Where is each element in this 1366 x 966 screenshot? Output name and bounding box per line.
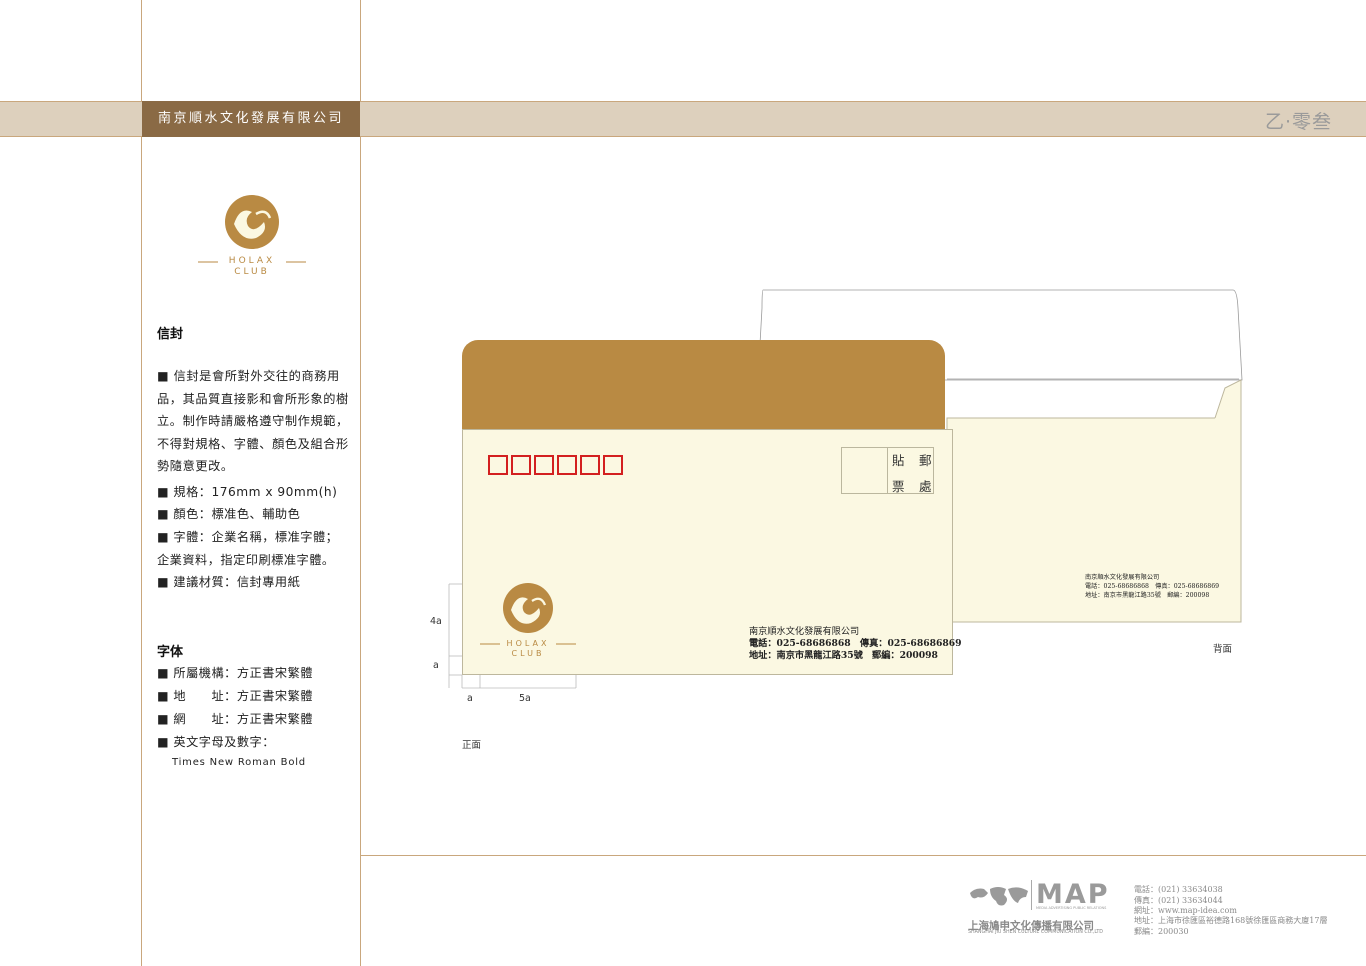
envelope-flap <box>462 340 945 431</box>
left-margin-line <box>141 0 142 966</box>
back-company: 南京順水文化發展有限公司 <box>1085 574 1160 581</box>
front-address: 地址：南京市黑龍江路35號 郵編：200098 <box>749 650 938 661</box>
footer-zip: 郵編：200030 <box>1134 927 1189 936</box>
footer-address: 地址：上海市徐匯區裕德路168號徐匯區商務大廈17層 <box>1134 916 1328 925</box>
font-en-value: Times New Roman Bold <box>172 757 306 768</box>
world-map-icon <box>970 887 1028 906</box>
footer-divider-line <box>360 855 1366 856</box>
dimension-guides <box>448 583 577 689</box>
envelope-description: ■ 信封是會所對外交往的商務用品，其品質直接影和會所形象的樹立。制作時請嚴格遵守… <box>157 369 349 474</box>
sidebar-divider-line <box>360 0 361 966</box>
footer-company-en: SHANGHAI JIU SHEN CULTURE COMMUNICATION … <box>968 930 1103 935</box>
dim-4a: 4a <box>430 616 442 627</box>
page-code: 乙·零叁 <box>1264 111 1332 133</box>
stamp-char-4: 處 <box>919 479 932 494</box>
zip-box-2 <box>511 455 531 475</box>
zip-box-3 <box>534 455 554 475</box>
section-title-font: 字体 <box>157 645 184 660</box>
back-address: 地址：南京市黑龍江路35號 郵編：200098 <box>1085 592 1210 599</box>
footer-phone: 電話：(021) 33634038 <box>1134 885 1223 894</box>
spec-line: ■ 規格：176mm x 90mm(h) <box>157 485 338 499</box>
font-en-label: ■ 英文字母及數字： <box>157 735 275 749</box>
footer-logo-divider <box>1031 880 1032 910</box>
font-org-line: ■ 所屬機構：方正書宋繁體 <box>157 666 313 680</box>
font-web-line: ■ 網 址：方正書宋繁體 <box>157 712 313 726</box>
logo-text-holax: HOLAX <box>228 256 276 266</box>
back-phone: 電話：025-68686868 傳真：025-68686869 <box>1085 583 1220 590</box>
logo-text-club: CLUB <box>234 267 270 277</box>
zip-box-1 <box>488 455 508 475</box>
label-front: 正面 <box>462 740 482 751</box>
footer-brand-sub: MEDIA ADVERTISING PUBLIC RELATIONS <box>1036 906 1107 910</box>
label-back: 背面 <box>1213 644 1233 655</box>
material-line: ■ 建議材質：信封專用紙 <box>157 575 301 589</box>
zip-box-5 <box>580 455 600 475</box>
dim-a-horizontal: a <box>467 693 473 704</box>
header-company-name: 南京順水文化發展有限公司 <box>142 101 360 137</box>
zip-box-4 <box>557 455 577 475</box>
stamp-divider <box>887 447 888 494</box>
zip-box-6 <box>603 455 623 475</box>
stamp-char-3: 票 <box>892 479 905 494</box>
font-line-1: ■ 字體：企業名稱，標准字體； <box>157 530 339 544</box>
font-line-2: 企業資料，指定印刷標准字體。 <box>157 553 335 567</box>
dim-5a: 5a <box>519 693 531 704</box>
stamp-char-2: 郵 <box>919 453 932 468</box>
font-addr-line: ■ 地 址：方正書宋繁體 <box>157 689 313 703</box>
color-line: ■ 顏色：標准色、輔助色 <box>157 507 301 521</box>
holax-club-logo: HOLAX CLUB <box>194 192 310 282</box>
stamp-char-1: 貼 <box>892 453 905 468</box>
dim-a-vertical: a <box>433 660 439 671</box>
section-title-envelope: 信封 <box>157 327 184 342</box>
